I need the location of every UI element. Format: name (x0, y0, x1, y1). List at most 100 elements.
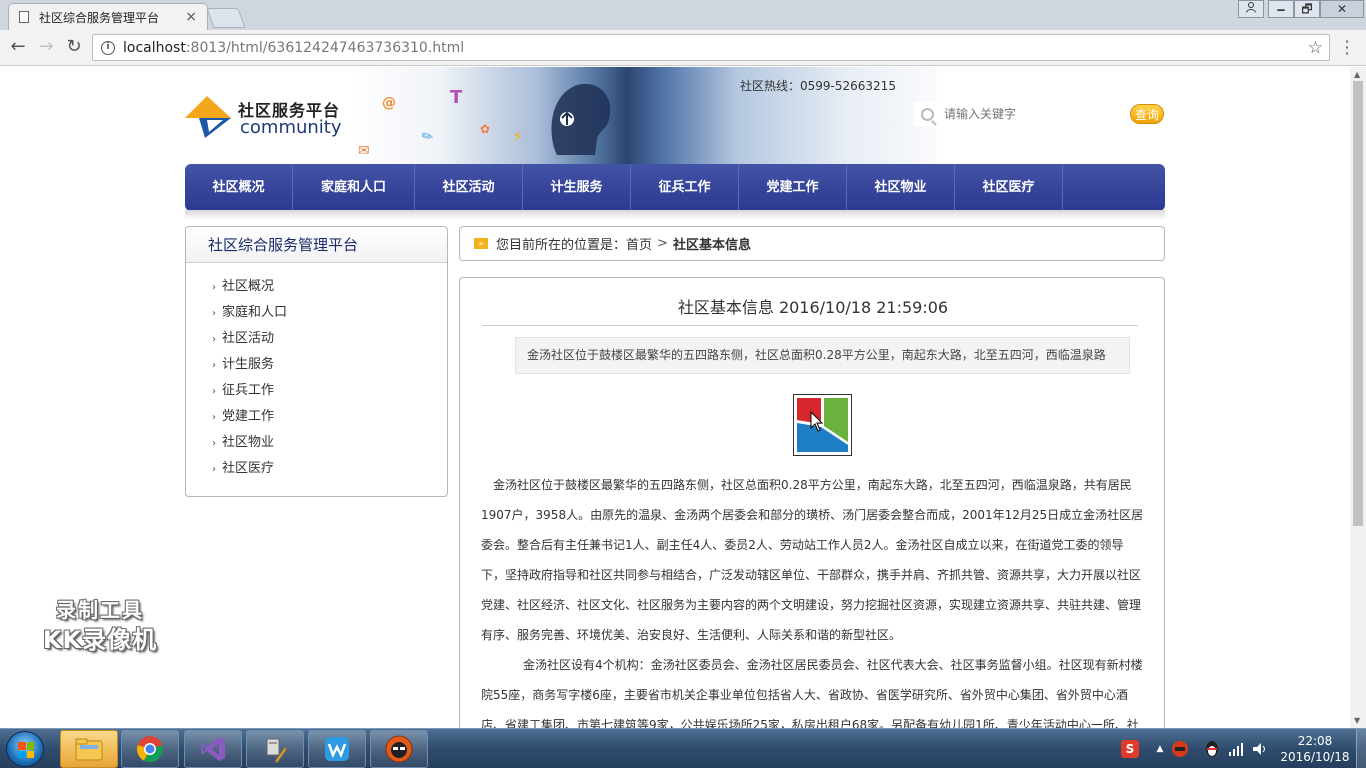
sidebar-item-medical[interactable]: › 社区医疗 (186, 456, 447, 482)
envelope-decoration: ✉ (358, 143, 370, 159)
search-icon (921, 107, 934, 121)
nav-item-family-planning[interactable]: 计生服务 (523, 164, 631, 211)
nav-item-party-building[interactable]: 党建工作 (739, 164, 847, 211)
location-icon: » (474, 238, 488, 249)
start-button[interactable] (6, 731, 44, 767)
bookmark-star-icon[interactable]: ☆ (1308, 38, 1323, 58)
tools-icon (266, 738, 288, 763)
main-navigation: 社区概况 家庭和人口 社区活动 计生服务 征兵工作 党建工作 社区物业 社区医疗 (185, 164, 1165, 211)
tab-title: 社区综合服务管理平台 (39, 10, 160, 25)
breadcrumb-home-link[interactable]: 首页 (626, 234, 652, 253)
sidebar-item-label: 征兵工作 (222, 383, 275, 398)
qq-penguin-glyph (1206, 741, 1218, 757)
chevron-right-icon: › (212, 308, 216, 319)
sidebar-item-conscription[interactable]: › 征兵工作 (186, 378, 447, 404)
network-icon[interactable] (1227, 740, 1245, 758)
nav-item-medical[interactable]: 社区医疗 (955, 164, 1063, 211)
browser-tab-strip: 社区综合服务管理平台 × 🗕 🗗 ✕ (0, 0, 1366, 30)
nav-shadow (185, 210, 1165, 220)
nav-item-property[interactable]: 社区物业 (847, 164, 955, 211)
back-arrow-icon[interactable]: ← (6, 36, 30, 57)
nav-item-family[interactable]: 家庭和人口 (293, 164, 415, 211)
sidebar-item-property[interactable]: › 社区物业 (186, 430, 447, 456)
browser-toolbar: ← → ↻ i localhost:8013/html/636124247463… (0, 30, 1366, 66)
nav-item-overview[interactable]: 社区概况 (185, 164, 293, 211)
forward-arrow-icon[interactable]: → (34, 36, 58, 57)
sidebar-item-overview[interactable]: › 社区概况 (186, 274, 447, 300)
flower-decoration: ✿ (480, 122, 491, 136)
url-path: :8013/html/636124247463736310.html (185, 39, 465, 56)
sidebar-list: › 社区概况 › 家庭和人口 › 社区活动 › 计生服务 › 征兵工作 › 党建工作 › 社区… (186, 263, 447, 482)
sidebar-item-family[interactable]: › 家庭和人口 (186, 300, 447, 326)
clock-time: 22:08 (1297, 734, 1333, 748)
title-divider (482, 325, 1138, 326)
nav-item-conscription[interactable]: 征兵工作 (631, 164, 739, 211)
page-icon (19, 11, 29, 23)
sidebar-title: 社区综合服务管理平台 (186, 227, 447, 263)
vertical-scrollbar[interactable]: ▲ ▼ (1350, 67, 1366, 728)
close-window-button[interactable]: ✕ (1320, 0, 1364, 18)
logo-english-text: community (240, 117, 342, 138)
new-tab-button[interactable] (206, 8, 246, 28)
speaker-glyph (1253, 743, 1265, 755)
kk-recorder-icon (385, 735, 413, 763)
sogou-input-icon[interactable]: S (1121, 740, 1139, 758)
sidebar-item-party-building[interactable]: › 党建工作 (186, 404, 447, 430)
windows-logo-icon (18, 742, 34, 758)
article-panel: 社区基本信息 2016/10/18 21:59:06 金汤社区位于鼓楼区最繁华的… (459, 277, 1165, 728)
search-input[interactable] (914, 102, 1024, 126)
pencil-decoration: ✎ (418, 127, 437, 147)
show-hidden-icon[interactable]: ▲ (1151, 740, 1169, 758)
taskbar-kk-recorder[interactable] (370, 730, 428, 768)
taskbar-tools[interactable] (246, 730, 304, 768)
article-paragraph: 金汤社区设有4个机构：金汤社区委员会、金汤社区居民委员会、社区代表大会、社区事务… (481, 658, 1143, 728)
taskbar-chrome[interactable] (121, 730, 179, 768)
head-silhouette-icon (551, 83, 611, 155)
user-profile-button[interactable] (1238, 0, 1264, 18)
search-field[interactable] (944, 107, 1024, 121)
scroll-down-icon[interactable]: ▼ (1354, 716, 1360, 725)
browser-menu-icon[interactable]: · · · (1340, 34, 1354, 62)
article-image[interactable] (793, 394, 852, 456)
scrollbar-thumb[interactable] (1353, 81, 1363, 526)
sidebar-item-label: 计生服务 (222, 357, 275, 372)
sidebar-item-activities[interactable]: › 社区活动 (186, 326, 447, 352)
sidebar-item-label: 党建工作 (222, 409, 275, 424)
info-icon[interactable]: i (101, 40, 115, 55)
chevron-right-icon: › (212, 438, 216, 449)
reload-icon[interactable]: ↻ (62, 36, 86, 57)
scroll-up-icon[interactable]: ▲ (1354, 70, 1360, 79)
page-viewport: 社区服务平台 community @ T ✿ ✎ ✉ ⚡ 社区热线：0599-5… (0, 67, 1350, 728)
taskbar-visual-studio[interactable] (184, 730, 242, 768)
volume-icon[interactable] (1251, 740, 1269, 758)
person-icon (1246, 2, 1256, 13)
taskbar-wps-writer[interactable] (308, 730, 366, 768)
logo-mark-icon (185, 96, 231, 138)
watermark-line-2: KK录像机 (42, 626, 158, 654)
site-logo[interactable]: 社区服务平台 community (183, 92, 353, 142)
recorder-watermark: 录制工具 KK录像机 (30, 595, 170, 655)
search-button[interactable]: 查询 (1130, 104, 1164, 124)
sidebar-item-label: 社区活动 (222, 331, 275, 346)
breadcrumb-current: 社区基本信息 (672, 238, 751, 253)
article-title: 社区基本信息 2016/10/18 21:59:06 (677, 298, 949, 317)
address-bar[interactable]: i localhost:8013/html/636124247463736310… (92, 34, 1330, 61)
article-body: 金汤社区位于鼓楼区最繁华的五四路东侧，社区总面积0.28平方公里，南起东大路，北… (481, 470, 1146, 728)
show-desktop-button[interactable] (1356, 729, 1366, 768)
restore-button[interactable]: 🗗 (1294, 0, 1320, 18)
sidebar-item-label: 社区医疗 (222, 461, 275, 476)
chevron-right-icon: › (212, 412, 216, 423)
watermark-line-1: 录制工具 (56, 598, 144, 622)
kk-tray-icon[interactable] (1171, 740, 1189, 758)
article-summary: 金汤社区位于鼓楼区最繁华的五四路东侧，社区总面积0.28平方公里，南起东大路，北… (515, 337, 1130, 374)
nav-item-activities[interactable]: 社区活动 (415, 164, 523, 211)
chevron-right-icon: › (212, 464, 216, 475)
sidebar-item-family-planning[interactable]: › 计生服务 (186, 352, 447, 378)
browser-tab[interactable]: 社区综合服务管理平台 × (8, 3, 208, 30)
signal-bars-glyph (1229, 743, 1243, 756)
taskbar-explorer[interactable] (60, 730, 118, 768)
qq-icon[interactable] (1203, 740, 1221, 758)
tab-close-icon[interactable]: × (185, 9, 197, 25)
minimize-button[interactable]: 🗕 (1268, 0, 1294, 18)
system-clock[interactable]: 22:08 2016/10/18 (1280, 733, 1350, 765)
